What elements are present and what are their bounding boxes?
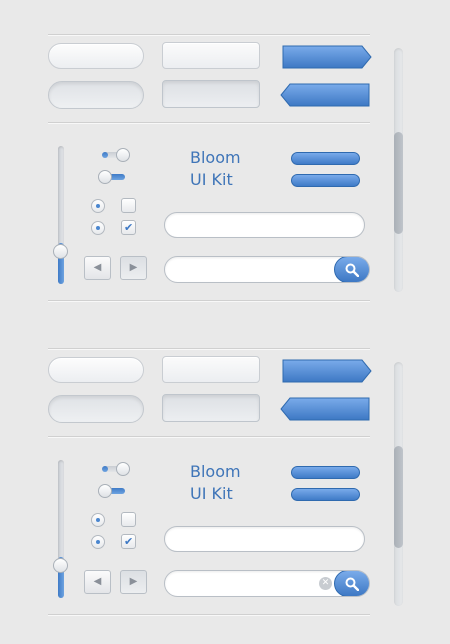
toggle-slider-off[interactable] bbox=[102, 462, 130, 476]
blue-pill-button-2[interactable] bbox=[291, 488, 360, 501]
toggle-slider-handle[interactable] bbox=[98, 484, 112, 498]
text-input[interactable] bbox=[164, 212, 365, 238]
vertical-slider-handle[interactable] bbox=[53, 244, 68, 259]
brand-name: Bloom bbox=[190, 148, 241, 167]
vertical-scrollbar[interactable] bbox=[394, 362, 403, 606]
toggle-slider-off[interactable] bbox=[102, 148, 130, 162]
checkbox-unchecked[interactable] bbox=[121, 198, 136, 213]
blue-pill-button-2[interactable] bbox=[291, 174, 360, 187]
square-button-normal[interactable] bbox=[162, 356, 260, 383]
square-button-pressed[interactable] bbox=[162, 80, 260, 108]
blue-pill-button-1[interactable] bbox=[291, 466, 360, 479]
clear-x-icon[interactable]: ✕ bbox=[319, 577, 332, 590]
brand-subtitle: UI Kit bbox=[190, 484, 233, 503]
toggle-slider-fill bbox=[102, 152, 108, 158]
square-button-normal[interactable] bbox=[162, 42, 260, 69]
rounded-button-normal[interactable] bbox=[48, 43, 144, 69]
magnifier-icon bbox=[345, 577, 359, 591]
rounded-button-normal[interactable] bbox=[48, 357, 144, 383]
brand-name: Bloom bbox=[190, 462, 241, 481]
ui-kit-panel-2: ✔ ◀ ▶ Bloom UI Kit ✕ bbox=[0, 348, 450, 616]
vertical-slider-handle[interactable] bbox=[53, 558, 68, 573]
toggle-slider-on[interactable] bbox=[98, 170, 125, 184]
divider-middle bbox=[48, 122, 370, 124]
checkbox-checked[interactable]: ✔ bbox=[121, 534, 136, 549]
triangle-left-icon: ◀ bbox=[93, 576, 102, 587]
vertical-scrollbar[interactable] bbox=[394, 48, 403, 292]
toggle-slider-on[interactable] bbox=[98, 484, 125, 498]
radio-button-1[interactable] bbox=[91, 199, 105, 213]
next-button[interactable]: ▶ bbox=[120, 256, 147, 280]
text-input[interactable] bbox=[164, 526, 365, 552]
scrollbar-thumb[interactable] bbox=[394, 446, 403, 548]
radio-button-1[interactable] bbox=[91, 513, 105, 527]
ui-kit-panel-1: ✔ ◀ ▶ Bloom UI Kit bbox=[0, 34, 450, 302]
radio-button-2[interactable] bbox=[91, 535, 105, 549]
forward-arrow-button[interactable] bbox=[282, 45, 372, 69]
radio-button-2[interactable] bbox=[91, 221, 105, 235]
toggle-slider-fill bbox=[102, 466, 108, 472]
brand-subtitle: UI Kit bbox=[190, 170, 233, 189]
triangle-left-icon: ◀ bbox=[93, 262, 102, 273]
vertical-slider[interactable] bbox=[58, 460, 64, 598]
magnifier-icon bbox=[345, 263, 359, 277]
blue-pill-button-1[interactable] bbox=[291, 152, 360, 165]
prev-button[interactable]: ◀ bbox=[84, 256, 111, 280]
forward-arrow-button[interactable] bbox=[282, 359, 372, 383]
search-button[interactable] bbox=[334, 257, 369, 282]
checkbox-checked[interactable]: ✔ bbox=[121, 220, 136, 235]
toggle-slider-handle[interactable] bbox=[116, 462, 130, 476]
search-input[interactable] bbox=[164, 256, 370, 283]
search-input[interactable]: ✕ bbox=[164, 570, 370, 597]
back-arrow-button[interactable] bbox=[280, 83, 370, 107]
divider-bottom bbox=[48, 300, 370, 302]
divider-middle bbox=[48, 436, 370, 438]
toggle-slider-handle[interactable] bbox=[116, 148, 130, 162]
divider-bottom bbox=[48, 614, 370, 616]
rounded-button-pressed[interactable] bbox=[48, 395, 144, 423]
triangle-right-icon: ▶ bbox=[129, 262, 138, 273]
vertical-slider[interactable] bbox=[58, 146, 64, 284]
scrollbar-thumb[interactable] bbox=[394, 132, 403, 234]
checkmark-icon: ✔ bbox=[124, 221, 134, 234]
back-arrow-button[interactable] bbox=[280, 397, 370, 421]
prev-button[interactable]: ◀ bbox=[84, 570, 111, 594]
divider-top bbox=[48, 348, 370, 350]
square-button-pressed[interactable] bbox=[162, 394, 260, 422]
divider-top bbox=[48, 34, 370, 36]
triangle-right-icon: ▶ bbox=[129, 576, 138, 587]
checkbox-unchecked[interactable] bbox=[121, 512, 136, 527]
next-button[interactable]: ▶ bbox=[120, 570, 147, 594]
rounded-button-pressed[interactable] bbox=[48, 81, 144, 109]
checkmark-icon: ✔ bbox=[124, 535, 134, 548]
search-button[interactable] bbox=[334, 571, 369, 596]
toggle-slider-handle[interactable] bbox=[98, 170, 112, 184]
